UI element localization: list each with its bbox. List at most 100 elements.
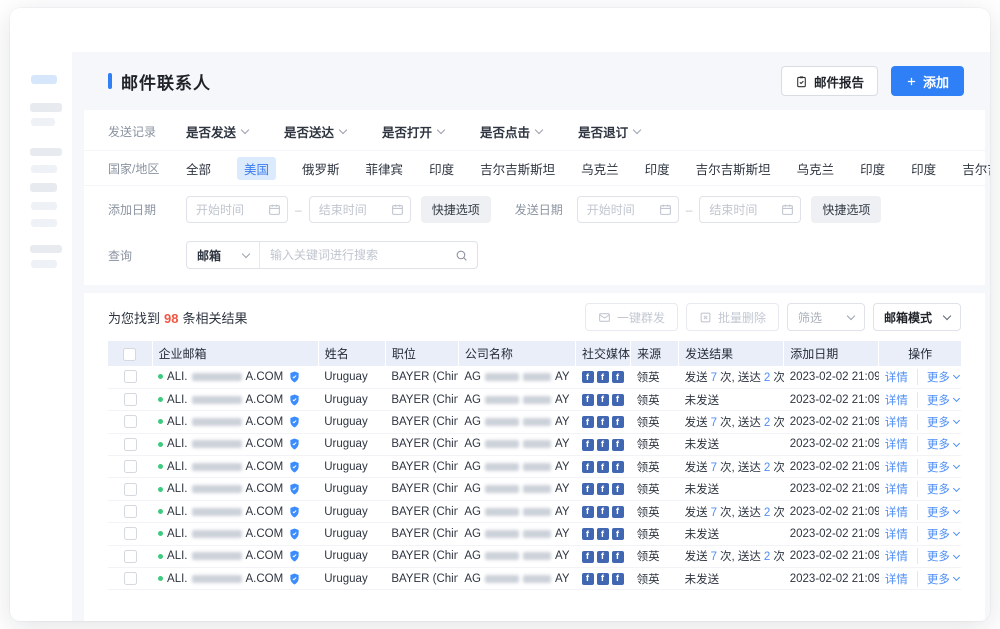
facebook-icon[interactable]: f [597,416,609,428]
send-filter-dropdown[interactable]: 是否发送 [186,122,248,141]
facebook-icon[interactable]: f [612,416,624,428]
facebook-icon[interactable]: f [612,528,624,540]
row-checkbox[interactable] [124,370,137,383]
facebook-icon[interactable]: f [582,439,594,451]
send-date-end-input[interactable] [700,197,800,222]
country-filter-item[interactable]: 印度 [860,159,885,178]
facebook-icon[interactable]: f [582,371,594,383]
redacted-company-segment [485,552,519,560]
facebook-icon[interactable]: f [582,461,594,473]
facebook-icon[interactable]: f [597,394,609,406]
country-filter-item[interactable]: 全部 [186,159,211,178]
facebook-icon[interactable]: f [612,439,624,451]
row-more-link[interactable]: 更多 [917,504,959,520]
send-filter-dropdown[interactable]: 是否退订 [578,122,640,141]
country-filter-item[interactable]: 乌克兰 [581,159,619,178]
facebook-icon[interactable]: f [612,573,624,585]
facebook-icon[interactable]: f [612,551,624,563]
row-checkbox[interactable] [124,550,137,563]
country-filter-item[interactable]: 印度 [429,159,454,178]
send-filter-dropdown[interactable]: 是否打开 [382,122,444,141]
bulk-send-button[interactable]: 一键群发 [585,303,678,331]
facebook-icon[interactable]: f [597,506,609,518]
facebook-icon[interactable]: f [597,461,609,473]
row-detail-link[interactable]: 详情 [885,551,908,563]
facebook-icon[interactable]: f [582,394,594,406]
row-detail-link[interactable]: 详情 [885,395,908,407]
result-text: 未发送 [685,484,720,496]
add-date-start-input[interactable] [187,197,287,222]
row-checkbox[interactable] [124,415,137,428]
row-more-link[interactable]: 更多 [917,481,959,497]
row-checkbox[interactable] [124,438,137,451]
row-more-link[interactable]: 更多 [917,459,959,475]
row-detail-link[interactable]: 详情 [885,484,908,496]
row-checkbox[interactable] [124,572,137,585]
facebook-icon[interactable]: f [582,573,594,585]
mail-report-button[interactable]: 邮件报告 [781,66,878,96]
add-date-quick-options-button[interactable]: 快捷选项 [421,196,491,223]
mailbox-mode-select[interactable]: 邮箱模式 [873,303,961,331]
result-text: 次, 送达 [720,551,761,563]
row-detail-link[interactable]: 详情 [885,529,908,541]
country-filter-item[interactable]: 菲律宾 [366,159,404,178]
row-more-link[interactable]: 更多 [917,571,959,587]
row-more-link[interactable]: 更多 [917,392,959,408]
row-detail-link[interactable]: 详情 [885,462,908,474]
country-filter-item[interactable]: 美国 [237,157,276,180]
facebook-icon[interactable]: f [597,483,609,495]
row-detail-link[interactable]: 详情 [885,574,908,586]
row-more-link[interactable]: 更多 [917,369,959,385]
add-date-end-input[interactable] [310,197,410,222]
row-checkbox[interactable] [124,393,137,406]
row-detail-link[interactable]: 详情 [885,372,908,384]
facebook-icon[interactable]: f [597,371,609,383]
facebook-icon[interactable]: f [597,439,609,451]
keyword-search-input[interactable] [260,248,455,262]
send-date-start-input[interactable] [578,197,678,222]
facebook-icon[interactable]: f [612,394,624,406]
row-more-link[interactable]: 更多 [917,526,959,542]
row-select-cell [108,545,152,567]
facebook-icon[interactable]: f [597,551,609,563]
add-contact-button[interactable]: 添加 [891,66,964,96]
row-detail-link[interactable]: 详情 [885,417,908,429]
facebook-icon[interactable]: f [612,371,624,383]
row-more-link[interactable]: 更多 [917,436,959,452]
facebook-icon[interactable]: f [582,483,594,495]
result-text: 次 [773,551,783,563]
country-filter-item[interactable]: 吉尔吉斯斯坦 [480,159,555,178]
country-filter-item[interactable]: 俄罗斯 [302,159,340,178]
bulk-delete-button[interactable]: 批量删除 [686,303,779,331]
row-checkbox[interactable] [124,527,137,540]
country-filter-item[interactable]: 吉尔吉斯斯坦 [696,159,771,178]
facebook-icon[interactable]: f [582,551,594,563]
send-filter-dropdown[interactable]: 是否送达 [284,122,346,141]
country-filter-item[interactable]: 乌克兰 [797,159,835,178]
country-filter-item[interactable]: 印度 [645,159,670,178]
facebook-icon[interactable]: f [612,483,624,495]
facebook-icon[interactable]: f [582,506,594,518]
query-field-select[interactable]: 邮箱 [187,242,260,268]
contact-name: Uruguay [324,461,367,473]
send-filter-dropdown[interactable]: 是否点击 [480,122,542,141]
send-date-quick-options-button[interactable]: 快捷选项 [811,196,881,223]
country-filter-item[interactable]: 吉尔吉斯斯坦 [962,159,990,178]
select-all-checkbox[interactable] [123,348,136,361]
row-checkbox[interactable] [124,483,137,496]
facebook-icon[interactable]: f [582,416,594,428]
row-detail-link[interactable]: 详情 [885,507,908,519]
row-more-link[interactable]: 更多 [917,414,959,430]
country-filter-item[interactable]: 印度 [911,159,936,178]
row-checkbox[interactable] [124,460,137,473]
verified-shield-icon [289,416,300,428]
filter-select[interactable]: 筛选 [787,303,865,331]
row-detail-link[interactable]: 详情 [885,439,908,451]
facebook-icon[interactable]: f [612,506,624,518]
facebook-icon[interactable]: f [582,528,594,540]
facebook-icon[interactable]: f [597,528,609,540]
facebook-icon[interactable]: f [597,573,609,585]
row-more-link[interactable]: 更多 [917,548,959,564]
row-checkbox[interactable] [124,505,137,518]
facebook-icon[interactable]: f [612,461,624,473]
